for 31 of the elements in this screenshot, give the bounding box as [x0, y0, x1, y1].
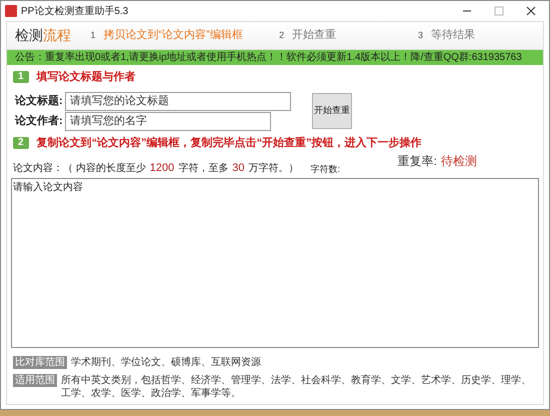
process-step: 拷贝论文到“论文内容”编辑框 — [104, 27, 243, 44]
text-field[interactable]: 请填写您的名字 — [65, 112, 271, 130]
char-count-label: 字符数: — [310, 162, 340, 176]
step-badge: 2 — [13, 136, 29, 149]
process-title: 检测 — [15, 26, 43, 45]
process-title-highlight: 流程 — [43, 26, 71, 45]
text-field[interactable]: 请填写您的论文标题 — [65, 92, 291, 110]
app-logo-icon — [5, 5, 17, 17]
rate-label: 重复率: — [398, 153, 437, 170]
step-number: 2 — [279, 28, 284, 42]
rate-value: 待检测 — [441, 153, 477, 170]
scope-text: 所有中英文类别，包括哲学、经济学、管理学、法学、社会科学、教育学、文学、艺术学、历史学、理学、工学、农学、医学、政治学、军事学等。 — [61, 374, 532, 400]
close-icon — [526, 6, 536, 16]
window-title: PP论文检测查重助手5.3 — [21, 4, 128, 18]
section-title: 复制论文到“论文内容”编辑框，复制完毕点击“开始查重”按钮，进入下一步操作 — [36, 136, 422, 150]
field-label: 论文作者: — [15, 114, 64, 129]
maximize-icon — [494, 6, 504, 16]
content-textarea[interactable]: 请输入论文内容 — [11, 178, 539, 348]
start-check-button[interactable]: 开始查重 — [312, 92, 352, 128]
step-number: 1 — [90, 28, 96, 42]
scope-text: 学术期刊、学位论文、硕博库、互联网资源 — [71, 356, 261, 369]
process-step: 等待结果 — [431, 27, 476, 44]
content-length-note: 论文内容：（ 内容的长度至少 1200 字符，至多 30 万字符。） — [13, 160, 299, 176]
section-title: 填写论文标题与作者 — [36, 70, 136, 85]
step-badge: 1 — [13, 71, 29, 84]
scope-tag: 适用范围 — [13, 374, 57, 387]
process-step: 开始查重 — [292, 27, 336, 44]
notice-bar: 公告：重复率出现0或者1,请更换ip地址或者使用手机热点！！软件必须更新1.4版本以上！降/查重QQ群:631935763 — [7, 50, 543, 65]
scope-tag: 比对库范围 — [13, 356, 67, 369]
step-number: 3 — [418, 28, 424, 42]
field-label: 论文标题: — [15, 94, 64, 109]
